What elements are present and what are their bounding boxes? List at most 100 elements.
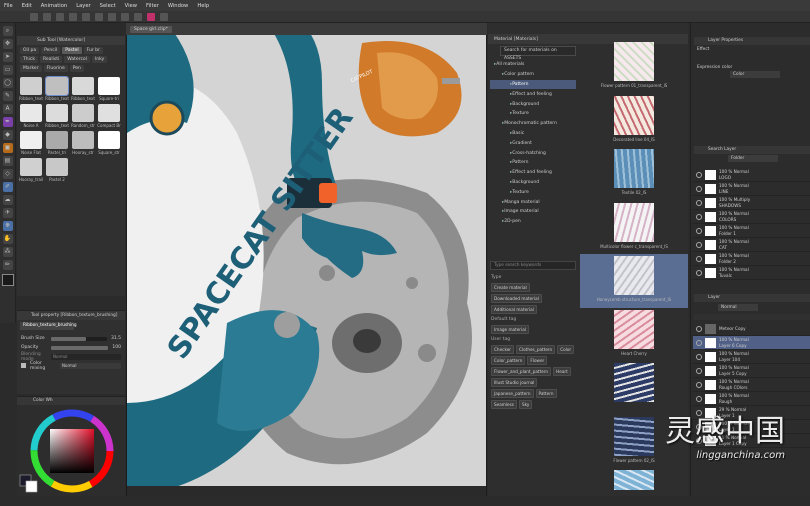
eye-icon[interactable] [696,269,702,276]
pencil-tool-icon[interactable]: ✏ [2,260,13,270]
opacity-slider[interactable] [51,345,109,350]
tree-item[interactable]: ▸ 2D-pen [490,217,576,227]
hand-tool-icon[interactable]: ✋ [2,234,13,244]
material-item[interactable]: Arabesque pattern_IS [580,468,688,490]
layer-row[interactable]: 100 % Normal Folder 1 [693,224,810,238]
deselect-icon[interactable] [121,12,129,21]
tree-item[interactable]: ▸ Cross-hatching [490,148,576,158]
menu-item-select[interactable]: Select [100,3,116,9]
menu-item-file[interactable]: File [4,3,13,9]
layer-row[interactable]: 100 % Normal COLORS [693,210,810,224]
folder-dropdown[interactable]: Folder [728,155,778,162]
color-wheel[interactable] [17,405,125,497]
figure-tool-icon[interactable]: ◇ [2,169,13,179]
menu-item-filter[interactable]: Filter [146,3,159,9]
text-tool-icon[interactable]: A [2,104,13,114]
move-tool-icon[interactable]: ✥ [2,39,13,49]
asset-search-button[interactable]: Search for materials on ASSETS [500,46,576,61]
tree-item[interactable]: ▸ Background [490,178,576,188]
layer-row[interactable]: 100 % Normal Rough [693,392,810,406]
eye-icon[interactable] [696,381,702,388]
eraser-tool-icon[interactable]: ◆ [2,130,13,140]
lasso-tool-icon[interactable]: ◯ [2,78,13,88]
expression-color-dropdown[interactable]: Color [730,71,780,78]
gradient-tool-icon[interactable]: ▤ [2,156,13,166]
layer-row[interactable]: Meteor Copy [693,322,810,336]
eye-icon[interactable] [696,325,702,332]
clear-icon[interactable] [95,12,103,21]
layer-row[interactable]: 100 % Normal Layer 6 Copy [693,336,810,350]
brush-item[interactable]: Noise A [18,104,44,128]
operation-tool-icon[interactable]: ➤ [2,52,13,62]
tree-item[interactable]: ▸ Background [490,99,576,109]
brush-item[interactable]: Pastel 2 [44,158,70,182]
tag-button[interactable]: Illust Studio journal [491,378,538,387]
brush-size-row[interactable]: Brush Size 31.5 [17,334,125,343]
eye-icon[interactable] [696,367,702,374]
tag-button[interactable]: Image material [491,325,529,334]
canvas-tab[interactable]: Space girl.clip* [130,25,172,33]
tag-button[interactable]: Downloaded material [491,294,542,303]
tree-item[interactable]: ▸ All materials [490,60,576,70]
material-item[interactable]: Honeycomb structure_transparent_IS [580,254,688,308]
brush-item[interactable]: Noise Flat [18,131,44,155]
brush-item[interactable]: Pastel_tri [44,131,70,155]
brush-item[interactable]: Random_str [70,104,96,128]
brush-item[interactable]: Ribbon_text [18,77,44,101]
blend-mode-dropdown[interactable]: Normal [718,304,758,311]
eye-icon[interactable] [696,255,702,262]
sub-tool-tab[interactable]: Inky [91,56,108,63]
invert-icon[interactable] [134,12,142,21]
tag-button[interactable]: Pattern [535,389,557,398]
color-mixing-checkbox[interactable] [21,363,26,368]
material-item[interactable]: Textile 02_IS [580,147,688,201]
spray-tool-icon[interactable]: ⁂ [2,247,13,257]
snap-icon[interactable] [147,12,155,21]
airbrush-tool-icon[interactable]: ✈ [2,208,13,218]
color-mixing-row[interactable]: Color mixing Normal [17,361,125,371]
tag-button[interactable]: Color_pattern [491,356,526,365]
transform-icon[interactable] [108,12,116,21]
tree-item[interactable]: ▸ Texture [490,109,576,119]
eye-icon[interactable] [696,241,702,248]
eye-icon[interactable] [696,199,702,206]
tree-item[interactable]: ▸ Color pattern [490,70,576,80]
brush-item[interactable]: Ribbon_text [44,76,70,101]
tree-item[interactable]: ▸ Monochromatic pattern [490,119,576,129]
layer-row[interactable]: 100 % Multiply SHADOWS [693,196,810,210]
tree-item[interactable]: ▸ Image material [490,207,576,217]
tag-button[interactable]: Seamless [491,400,517,409]
tag-button[interactable]: Sky [518,400,533,409]
sub-tool-tab[interactable]: Thick [20,56,38,63]
layer-row[interactable]: 100 % Normal Layer 104 [693,350,810,364]
color-mixing-dropdown[interactable]: Normal [60,362,121,369]
brush-tool-icon[interactable]: ✐ [2,182,13,192]
tag-button[interactable]: Japanese_pattern [491,389,534,398]
material-item[interactable]: Multicolor flower c_transparent_IS [580,201,688,255]
brush-item[interactable]: Ribbon_text [44,104,70,128]
layer-row[interactable]: 100 % Normal CAT [693,238,810,252]
sub-tool-tab[interactable]: Pen [69,65,84,72]
layer-row[interactable]: 100 % Normal Rough COlors [693,378,810,392]
undo-icon[interactable] [69,12,77,21]
blend-dropdown[interactable]: Normal [51,353,121,360]
sub-tool-tab[interactable]: Fur br [83,47,103,54]
sub-tool-tab[interactable]: Watercol [64,56,90,63]
tag-button[interactable]: Additional material [491,305,537,314]
brush-item[interactable]: Ribbon_text [70,77,96,101]
material-item[interactable]: Flower pattern 01_transparent_IS [580,40,688,94]
menu-item-help[interactable]: Help [197,3,209,9]
pen-tool-icon[interactable]: ✒ [2,117,13,127]
decoration-tool-icon[interactable]: ❋ [2,221,13,231]
eyedropper-tool-icon[interactable]: ✎ [2,91,13,101]
eye-icon[interactable] [696,171,702,178]
tree-item[interactable]: ▸ Basic [490,129,576,139]
brush-name-field[interactable]: Ribbon_texture_brushing [20,322,77,330]
sub-tool-tab[interactable]: Pastel [62,47,82,54]
open-icon[interactable] [43,12,51,21]
brush-item[interactable]: Compact Br [96,104,122,128]
tag-button[interactable]: Flower_and_plant_pattern [491,367,552,376]
tag-button[interactable]: Clothes_pattern [516,345,556,354]
tree-item[interactable]: ▸ Pattern [490,79,576,90]
opacity-slider-row[interactable] [694,314,810,320]
